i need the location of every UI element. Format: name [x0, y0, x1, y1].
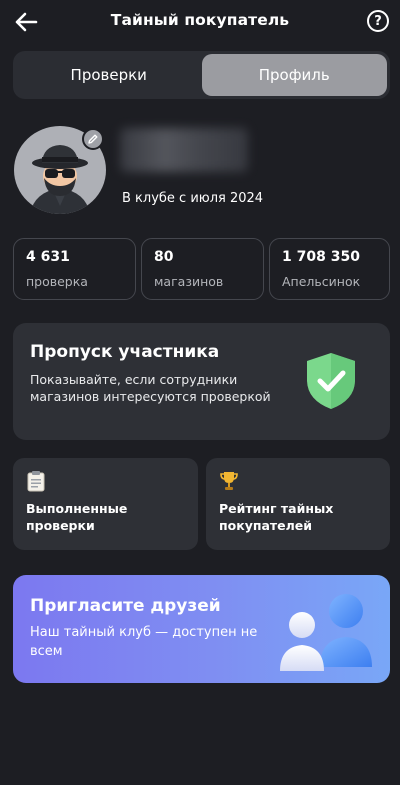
member-pass-description: Показывайте, если сотрудники магазинов и… — [30, 372, 271, 404]
invite-title: Пригласите друзей — [30, 596, 221, 616]
page-title: Тайный покупатель — [110, 11, 290, 29]
stat-value: 1 708 350 — [282, 249, 360, 265]
tab-checks[interactable]: Проверки — [16, 54, 202, 96]
rating-tile[interactable]: Рейтинг тайных покупателей — [206, 458, 390, 550]
tab-profile-label: Профиль — [258, 66, 330, 84]
tab-bar: Проверки Профиль — [13, 51, 390, 99]
trophy-icon — [220, 472, 238, 490]
help-button[interactable]: ? — [367, 10, 389, 32]
stat-label: магазинов — [154, 274, 224, 289]
app-header: Тайный покупатель ? — [0, 0, 400, 44]
username-redacted — [120, 128, 248, 172]
stat-checks: 4 631 проверка — [13, 238, 136, 300]
invite-friends-banner[interactable]: Пригласите друзей Наш тайный клуб — дост… — [13, 575, 390, 683]
friends-illustration-icon — [280, 594, 372, 671]
stat-oranges: 1 708 350 Апельсинок — [269, 238, 390, 300]
stats-row: 4 631 проверка 80 магазинов 1 708 350 Ап… — [13, 238, 390, 300]
stat-value: 80 — [154, 249, 174, 265]
clipboard-icon — [27, 471, 45, 492]
member-pass-card[interactable]: Пропуск участника Показывайте, если сотр… — [13, 323, 390, 440]
completed-checks-label: Выполненные проверки — [26, 501, 128, 533]
edit-avatar-button[interactable] — [82, 128, 104, 150]
rating-label: Рейтинг тайных покупателей — [219, 501, 334, 533]
member-pass-title: Пропуск участника — [30, 342, 220, 362]
shield-check-icon — [307, 353, 355, 409]
member-since-text: В клубе с июля 2024 — [122, 191, 264, 206]
tab-checks-label: Проверки — [70, 66, 147, 84]
invite-description: Наш тайный клуб — доступен не всем — [30, 625, 258, 659]
stat-label: Апельсинок — [282, 274, 361, 289]
completed-checks-tile[interactable]: Выполненные проверки — [13, 458, 198, 550]
stat-value: 4 631 — [26, 249, 70, 265]
stat-label: проверка — [26, 274, 88, 289]
pencil-icon — [88, 134, 98, 144]
stat-stores: 80 магазинов — [141, 238, 264, 300]
tab-profile[interactable]: Профиль — [201, 54, 387, 96]
question-mark-icon: ? — [374, 13, 382, 29]
avatar-container — [14, 126, 106, 214]
